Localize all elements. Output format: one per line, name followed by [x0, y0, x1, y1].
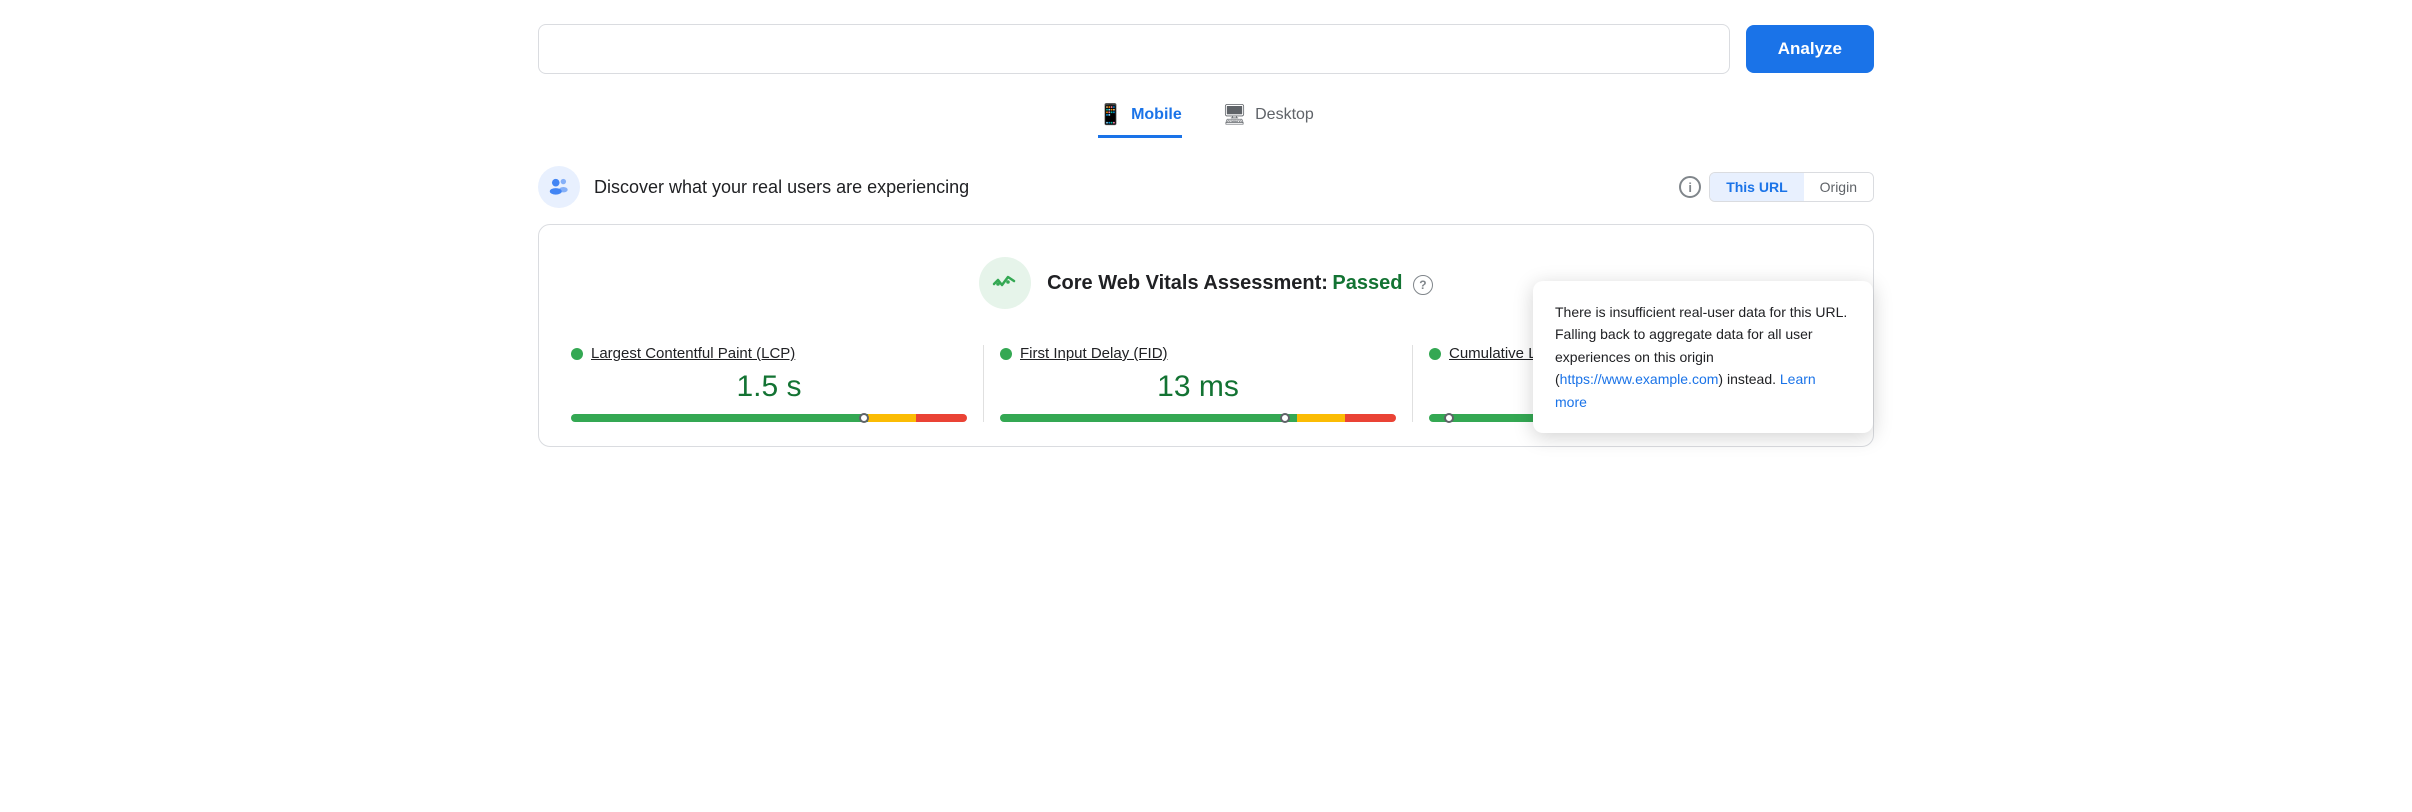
lcp-name[interactable]: Largest Contentful Paint (LCP) [591, 345, 795, 362]
metric-fid-label-row: First Input Delay (FID) [1000, 345, 1396, 362]
tab-mobile-label: Mobile [1131, 106, 1182, 124]
tooltip-text-part2: ) instead. [1718, 371, 1776, 387]
analyze-button[interactable]: Analyze [1746, 25, 1874, 73]
toggle-group: This URL Origin [1709, 172, 1874, 202]
fid-marker [1280, 413, 1290, 423]
cls-dot [1429, 348, 1441, 360]
section-title: Discover what your real users are experi… [594, 177, 969, 198]
fid-bar [1000, 414, 1396, 422]
url-input[interactable]: https://www.example.com/page1 [538, 24, 1730, 74]
metric-fid: First Input Delay (FID) 13 ms [984, 345, 1413, 422]
lcp-marker [859, 413, 869, 423]
lcp-dot [571, 348, 583, 360]
section-header: Discover what your real users are experi… [538, 166, 1874, 208]
main-card: There is insufficient real-user data for… [538, 224, 1874, 447]
tab-desktop-label: Desktop [1255, 106, 1314, 124]
cwv-status: Passed [1332, 272, 1402, 294]
tooltip-link[interactable]: https://www.example.com [1560, 371, 1719, 387]
fid-name[interactable]: First Input Delay (FID) [1020, 345, 1168, 362]
section-title-group: Discover what your real users are experi… [538, 166, 969, 208]
cwv-icon [979, 257, 1031, 309]
metric-lcp: Largest Contentful Paint (LCP) 1.5 s [571, 345, 984, 422]
tab-desktop[interactable]: 🖥 Desktop [1222, 102, 1314, 138]
users-icon [538, 166, 580, 208]
tab-mobile[interactable]: 📱 Mobile [1098, 102, 1182, 138]
cwv-assessment-label: Core Web Vitals Assessment: [1047, 272, 1328, 294]
tooltip: There is insufficient real-user data for… [1533, 281, 1873, 433]
fid-value: 13 ms [1000, 370, 1396, 404]
origin-toggle[interactable]: Origin [1804, 173, 1873, 201]
device-tabs: 📱 Mobile 🖥 Desktop [538, 102, 1874, 138]
url-bar-section: https://www.example.com/page1 Analyze [538, 24, 1874, 74]
mobile-icon: 📱 [1098, 102, 1123, 127]
lcp-bar [571, 414, 967, 422]
url-origin-group: i This URL Origin [1679, 172, 1874, 202]
cwv-label-group: Core Web Vitals Assessment: Passed ? [1047, 272, 1433, 295]
fid-dot [1000, 348, 1012, 360]
desktop-icon: 🖥 [1222, 102, 1247, 127]
cls-marker [1444, 413, 1454, 423]
metric-lcp-label-row: Largest Contentful Paint (LCP) [571, 345, 967, 362]
cwv-help-icon[interactable]: ? [1413, 275, 1433, 295]
this-url-toggle[interactable]: This URL [1710, 173, 1803, 201]
lcp-value: 1.5 s [571, 370, 967, 404]
info-icon[interactable]: i [1679, 176, 1701, 198]
